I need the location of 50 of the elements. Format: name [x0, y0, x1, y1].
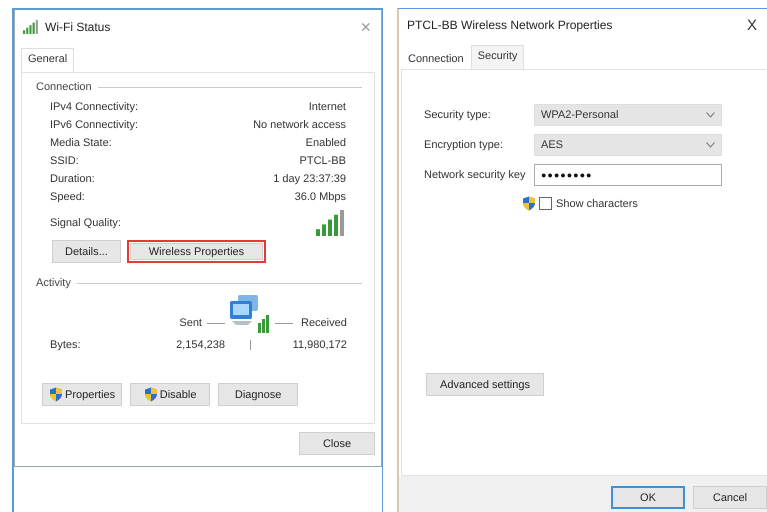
field-label: SSID:: [50, 155, 79, 167]
field-value: 36.0 Mbps: [294, 191, 346, 203]
dialog-button[interactable]: OK: [611, 486, 685, 509]
section-heading: Activity: [36, 277, 71, 289]
field-value: Internet: [308, 101, 346, 113]
sent-bytes: 2,154,238: [175, 339, 225, 351]
signal-icon: [23, 20, 39, 34]
password-field[interactable]: ●●●●●●●●: [534, 164, 722, 186]
advanced-settings-button[interactable]: Advanced settings: [426, 373, 544, 396]
field-label: Signal Quality:: [50, 217, 121, 229]
dialog-button[interactable]: Diagnose: [218, 383, 298, 406]
field-label: IPv6 Connectivity:: [50, 119, 138, 131]
chevron-down-icon: [706, 112, 715, 118]
section-heading: Connection: [36, 81, 92, 93]
dialog-button[interactable]: Details...: [52, 240, 121, 263]
checkbox-label: Show characters: [556, 198, 638, 210]
field-label: Media State:: [50, 137, 112, 149]
signal-icon: [316, 210, 346, 236]
checkbox[interactable]: [539, 197, 552, 210]
field-value: No network access: [253, 119, 346, 131]
network-computers-icon: [228, 293, 272, 335]
dropdown[interactable]: AES: [534, 134, 722, 156]
tab[interactable]: General: [21, 48, 74, 72]
field-label: IPv4 Connectivity:: [50, 101, 138, 113]
received-bytes: 11,980,172: [292, 339, 347, 351]
dialog-button[interactable]: Properties: [42, 383, 122, 406]
close-button[interactable]: Close: [299, 432, 375, 455]
sent-label: Sent: [179, 317, 202, 329]
shield-icon: [522, 196, 536, 211]
window-title: Wi-Fi Status: [45, 20, 112, 34]
shield-icon: [144, 387, 158, 402]
dialog-button[interactable]: Cancel: [693, 486, 767, 509]
chevron-down-icon: [706, 142, 715, 148]
dropdown[interactable]: WPA2-Personal: [534, 104, 722, 126]
field-label: Encryption type:: [424, 139, 504, 151]
shield-icon: [49, 387, 63, 402]
dialog-button[interactable]: Disable: [130, 383, 210, 406]
received-label: Received: [301, 317, 347, 329]
window-title: PTCL-BB Wireless Network Properties: [407, 18, 614, 32]
close-icon[interactable]: X: [746, 16, 757, 34]
dialog-button[interactable]: Wireless Properties: [126, 240, 266, 263]
field-value: PTCL-BB: [300, 155, 346, 167]
field-value: Enabled: [306, 137, 346, 149]
field-label: Duration:: [50, 173, 95, 185]
field-value: 1 day 23:37:39: [273, 173, 346, 185]
field-label: Security type:: [424, 109, 492, 121]
tab[interactable]: Security: [470, 45, 524, 69]
field-label: Speed:: [50, 191, 85, 203]
field-label: Network security key: [424, 169, 526, 181]
field-label: Bytes:: [50, 339, 82, 351]
